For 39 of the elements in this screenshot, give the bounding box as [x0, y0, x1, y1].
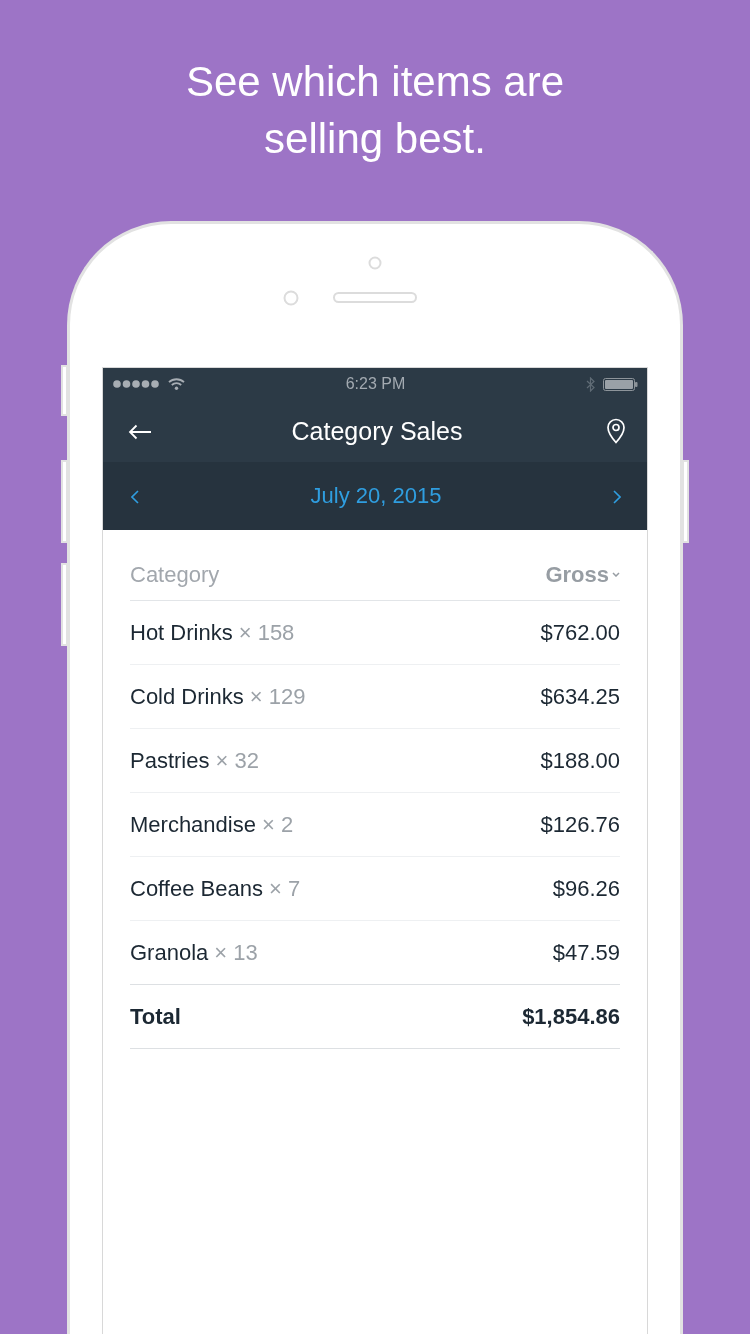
- gross-amount: $762.00: [540, 618, 620, 647]
- category-name: Pastries: [130, 746, 210, 775]
- gross-amount: $96.26: [552, 874, 620, 903]
- category-name: Granola: [130, 938, 209, 967]
- status-time: 6:23 PM: [345, 374, 406, 394]
- item-count: × 7: [268, 874, 301, 903]
- category-name: Coffee Beans: [130, 874, 263, 903]
- signal-strength-icon: [113, 380, 160, 388]
- column-header[interactable]: Category: [130, 560, 220, 589]
- chevron-right-icon: [613, 489, 621, 504]
- item-count: × 158: [238, 618, 295, 647]
- location-button[interactable]: [606, 418, 626, 444]
- category-name: Cold Drinks: [130, 682, 244, 711]
- wifi-icon: [168, 378, 185, 390]
- category-name: Merchandise: [130, 810, 256, 839]
- previous-day-button[interactable]: [131, 489, 139, 504]
- arrow-left-icon: [128, 423, 152, 440]
- total-amount: $1,854.86: [522, 1002, 620, 1031]
- screen-title: Category Sales: [291, 416, 463, 446]
- date-label: July 20, 2015: [310, 482, 442, 510]
- category-name: Hot Drinks: [130, 618, 233, 647]
- next-day-button[interactable]: [613, 489, 621, 504]
- item-count: × 32: [215, 746, 259, 775]
- gross-amount: $634.25: [540, 682, 620, 711]
- gross-amount: $188.00: [540, 746, 620, 775]
- gross-amount: $126.76: [540, 810, 620, 839]
- column-header[interactable]: Gross: [545, 560, 620, 589]
- caret-down-icon: [612, 572, 620, 577]
- back-button[interactable]: [128, 423, 152, 440]
- headline: See which items are selling best.: [185, 57, 565, 164]
- item-count: × 129: [249, 682, 306, 711]
- total-label: Total: [130, 1002, 181, 1031]
- item-count: × 13: [214, 938, 258, 967]
- battery-icon: [603, 377, 638, 391]
- location-pin-icon: [606, 418, 626, 444]
- chevron-left-icon: [131, 489, 139, 504]
- item-count: × 2: [261, 810, 294, 839]
- gross-amount: $47.59: [552, 938, 620, 967]
- bluetooth-icon: [586, 376, 595, 392]
